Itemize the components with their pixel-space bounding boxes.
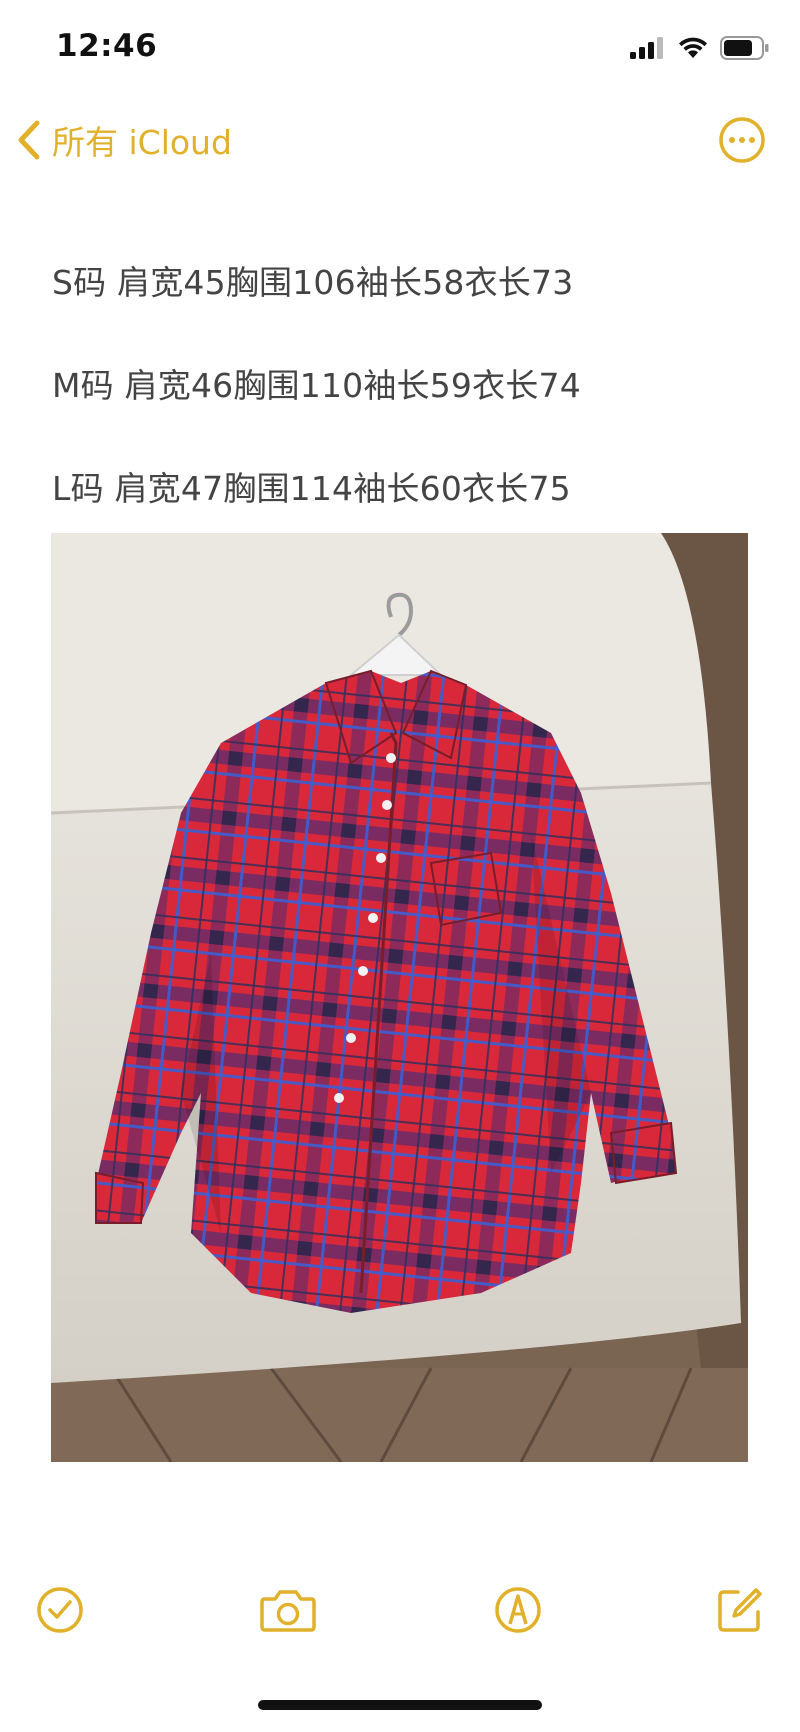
note-line-size-m[interactable]: M码 肩宽46胸围110袖长59衣长74 xyxy=(52,359,581,407)
back-label: 所有 iCloud xyxy=(52,123,232,162)
status-bar: 12:46 xyxy=(0,0,800,100)
markup-button[interactable] xyxy=(490,1582,546,1638)
status-time: 12:46 xyxy=(56,28,158,64)
markup-pen-icon xyxy=(495,1587,541,1633)
checklist-button[interactable] xyxy=(32,1582,88,1638)
more-button[interactable] xyxy=(718,116,766,164)
notes-screen: 12:46 所有 iCloud S码 肩宽45胸围106袖长58衣长73 M码 … xyxy=(0,0,800,1732)
plaid-shirt-photo xyxy=(51,533,748,1462)
camera-icon xyxy=(260,1590,316,1632)
note-photo[interactable] xyxy=(51,533,748,1462)
compose-button[interactable] xyxy=(712,1582,768,1638)
home-indicator xyxy=(258,1700,542,1710)
wifi-icon xyxy=(679,37,707,58)
compose-icon xyxy=(718,1588,762,1632)
camera-button[interactable] xyxy=(258,1582,318,1638)
ellipsis-circle-icon xyxy=(719,117,765,163)
bottom-toolbar xyxy=(0,1582,800,1642)
status-icons xyxy=(630,36,770,60)
chevron-left-icon xyxy=(18,120,40,160)
nav-bar: 所有 iCloud xyxy=(0,110,800,180)
battery-icon xyxy=(720,36,769,60)
note-line-size-l[interactable]: L码 肩宽47胸围114袖长60衣长75 xyxy=(52,462,571,510)
cellular-signal-icon xyxy=(630,37,663,59)
checklist-icon xyxy=(37,1587,83,1633)
back-button[interactable]: 所有 iCloud xyxy=(16,110,232,170)
note-line-size-s[interactable]: S码 肩宽45胸围106袖长58衣长73 xyxy=(52,256,573,304)
